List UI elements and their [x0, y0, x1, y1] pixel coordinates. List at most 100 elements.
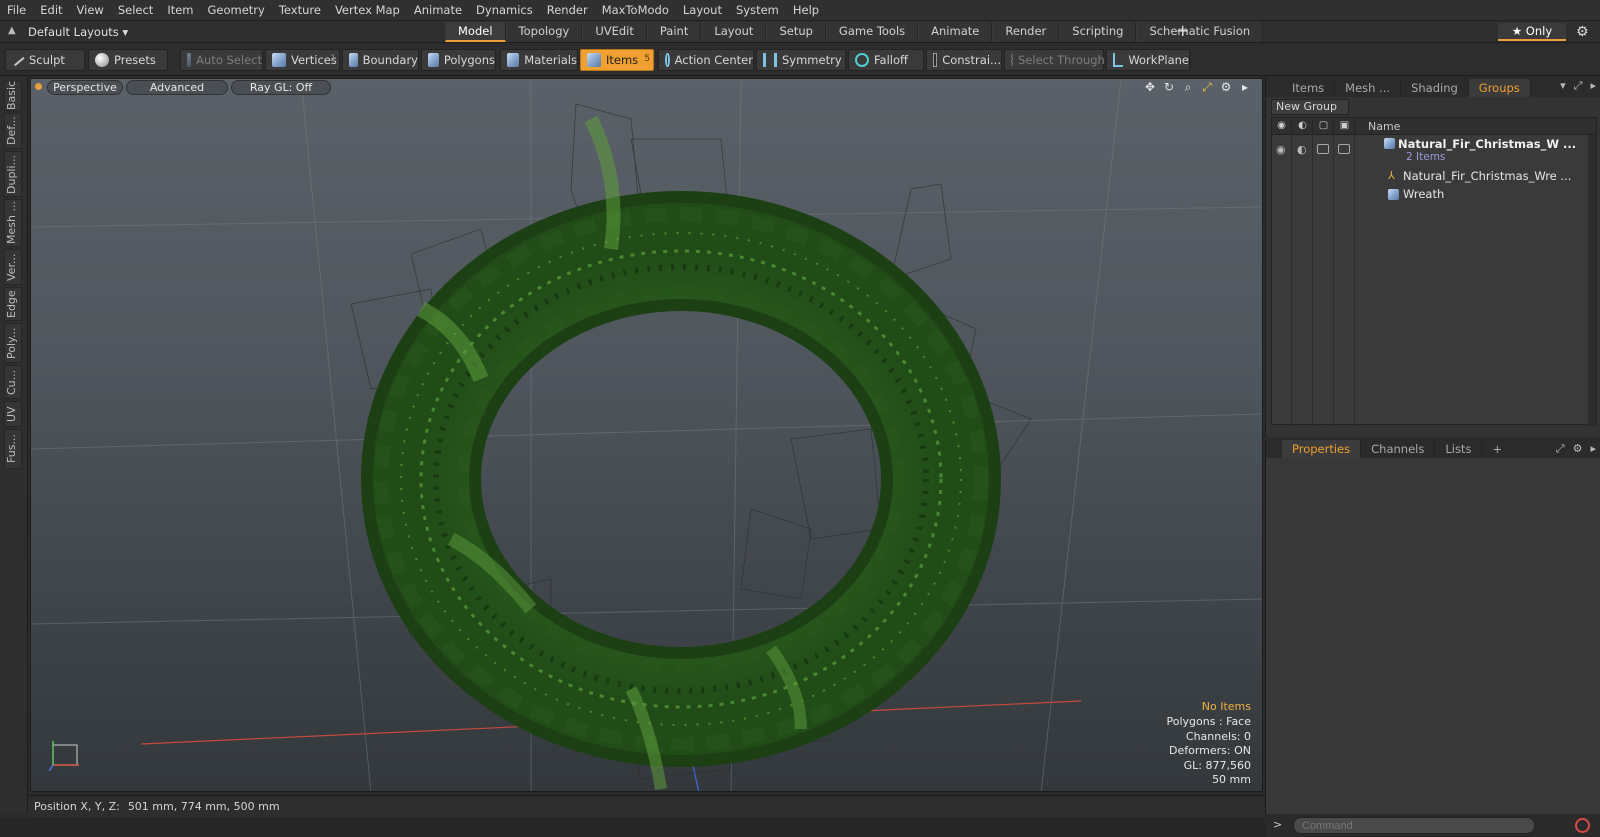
left-tab-uv[interactable]: UV — [4, 401, 22, 427]
rotate-view-icon[interactable]: ↻ — [1162, 80, 1176, 94]
zoom-view-icon[interactable]: ⌕ — [1181, 80, 1195, 94]
name-column-header[interactable]: Name — [1368, 118, 1400, 135]
tab-render[interactable]: Render — [992, 22, 1060, 42]
left-tab-fusion[interactable]: Fus... — [4, 429, 22, 469]
menu-dynamics[interactable]: Dynamics — [469, 0, 540, 21]
sculpt-button[interactable]: Sculpt — [5, 49, 85, 71]
view-mode-button[interactable]: Perspective — [47, 80, 123, 95]
render-column-icon[interactable]: ◐ — [1293, 118, 1313, 135]
tab-items[interactable]: Items — [1282, 79, 1336, 97]
tab-layout[interactable]: Layout — [701, 22, 767, 42]
presets-button[interactable]: Presets — [88, 49, 168, 71]
materials-button[interactable]: Materials — [500, 49, 578, 71]
symmetry-button[interactable]: Symmetry — [756, 49, 846, 71]
menu-animate[interactable]: Animate — [407, 0, 469, 21]
workplane-button[interactable]: WorkPlane — [1106, 49, 1190, 71]
add-tab-button[interactable]: + — [1176, 22, 1189, 40]
layout-bar: ▲ Default Layouts ▾ Model Topology UVEdi… — [0, 21, 1600, 43]
tab-paint[interactable]: Paint — [646, 22, 702, 42]
gear-icon[interactable]: ⚙ — [1576, 24, 1589, 40]
left-tab-mesh[interactable]: Mesh ... — [4, 199, 22, 247]
tab-shading[interactable]: Shading — [1401, 79, 1469, 97]
3d-viewport[interactable]: Perspective Advanced Ray GL: Off ✥ ↻ ⌕ ⤢… — [30, 78, 1263, 792]
layout-collapse-icon[interactable]: ▲ — [8, 25, 20, 37]
add-panel-tab-button[interactable]: + — [1482, 440, 1512, 458]
left-tab-basic[interactable]: Basic — [4, 81, 22, 111]
viewport-menu-dot[interactable] — [35, 83, 42, 90]
tab-topology[interactable]: Topology — [505, 22, 583, 42]
expand-icon[interactable]: ⤢ — [1574, 79, 1583, 93]
left-tab-edge[interactable]: Edge — [4, 287, 22, 321]
tab-lists[interactable]: Lists — [1435, 440, 1483, 458]
list-item[interactable]: Wreath — [1272, 186, 1596, 203]
menu-texture[interactable]: Texture — [272, 0, 328, 21]
left-tab-duplicate[interactable]: Dupli... — [4, 151, 22, 197]
maximize-view-icon[interactable]: ⤢ — [1200, 80, 1214, 94]
tab-uvedit[interactable]: UVEdit — [582, 22, 647, 42]
only-button[interactable]: ★ Only — [1498, 23, 1566, 41]
raygl-button[interactable]: Ray GL: Off — [231, 80, 331, 95]
menu-file[interactable]: File — [0, 0, 33, 21]
expand-icon[interactable]: ⤢ — [1556, 442, 1565, 456]
tab-groups[interactable]: Groups — [1468, 79, 1531, 97]
record-icon[interactable] — [1575, 818, 1590, 833]
boundary-button[interactable]: Boundary — [342, 49, 419, 71]
child-item-name: Natural_Fir_Christmas_Wre ... — [1403, 169, 1572, 183]
shading-mode-button[interactable]: Advanced — [126, 80, 228, 95]
eye-icon[interactable]: ◉ — [1276, 143, 1286, 156]
lock-column-icon[interactable]: ▢ — [1314, 118, 1334, 135]
layout-selector[interactable]: Default Layouts ▾ — [28, 23, 128, 41]
tab-animate[interactable]: Animate — [918, 22, 993, 42]
menu-maxtomodo[interactable]: MaxToModo — [595, 0, 676, 21]
properties-gear-icon[interactable]: ⚙ — [1573, 442, 1583, 456]
items-label: Items — [606, 53, 639, 67]
polygons-button[interactable]: Polygons — [421, 49, 496, 71]
left-tab-polygon[interactable]: Poly... — [4, 323, 22, 363]
menu-edit[interactable]: Edit — [33, 0, 69, 21]
left-tab-curve[interactable]: Cu... — [4, 365, 22, 399]
panel-menu-icon[interactable]: ▸ — [1590, 79, 1596, 93]
action-center-button[interactable]: Action Center — [658, 49, 754, 71]
tab-mesh[interactable]: Mesh ... — [1335, 79, 1402, 97]
menu-help[interactable]: Help — [786, 0, 826, 21]
auto-select-button[interactable]: Auto Select — [180, 49, 263, 71]
select-through-button[interactable]: Select Through — [1004, 49, 1105, 71]
group-item-count: 2 Items — [1406, 151, 1446, 163]
tab-schematic-fusion[interactable]: Schematic Fusion — [1136, 22, 1264, 42]
select-toggle[interactable] — [1338, 144, 1350, 154]
list-item[interactable]: ⅄ Natural_Fir_Christmas_Wre ... — [1272, 168, 1596, 185]
viewport-gear-icon[interactable]: ⚙ — [1219, 80, 1233, 94]
menu-view[interactable]: View — [70, 0, 111, 21]
move-view-icon[interactable]: ✥ — [1143, 80, 1157, 94]
tab-properties[interactable]: Properties — [1282, 440, 1362, 458]
menu-item[interactable]: Item — [160, 0, 200, 21]
viewport-expand-icon[interactable]: ▸ — [1238, 80, 1252, 94]
items-button[interactable]: Items 5 — [580, 49, 654, 71]
menu-select[interactable]: Select — [111, 0, 160, 21]
visibility-column-icon[interactable]: ◉ — [1272, 118, 1292, 135]
left-tab-vertex[interactable]: Ver... — [4, 249, 22, 285]
tab-game-tools[interactable]: Game Tools — [825, 22, 919, 42]
lock-toggle[interactable] — [1317, 144, 1329, 154]
render-icon[interactable]: ◐ — [1297, 143, 1307, 156]
menu-system[interactable]: System — [729, 0, 786, 21]
tab-model[interactable]: Model — [445, 22, 506, 42]
group-row[interactable]: ◉ ◐ Natural_Fir_Christmas_W ... 2 Items — [1272, 136, 1596, 166]
left-tab-deform[interactable]: Def... — [4, 113, 22, 149]
new-group-button[interactable]: New Group — [1271, 99, 1349, 115]
vertices-button[interactable]: Vertices 1 — [265, 49, 340, 71]
tab-channels[interactable]: Channels — [1361, 440, 1436, 458]
tab-setup[interactable]: Setup — [766, 22, 826, 42]
constraints-button[interactable]: Constrai... — [926, 49, 1002, 71]
command-input[interactable] — [1293, 817, 1535, 834]
menu-vertex-map[interactable]: Vertex Map — [328, 0, 407, 21]
menu-geometry[interactable]: Geometry — [201, 0, 272, 21]
menu-layout[interactable]: Layout — [676, 0, 729, 21]
tab-scripting[interactable]: Scripting — [1059, 22, 1137, 42]
menu-render[interactable]: Render — [540, 0, 595, 21]
panel-menu-icon[interactable]: ▸ — [1590, 442, 1596, 456]
dropdown-icon[interactable]: ▾ — [1560, 79, 1566, 93]
select-column-icon[interactable]: ▣ — [1335, 118, 1355, 135]
falloff-button[interactable]: Falloff — [848, 49, 924, 71]
groups-scrollbar[interactable] — [1588, 135, 1596, 426]
